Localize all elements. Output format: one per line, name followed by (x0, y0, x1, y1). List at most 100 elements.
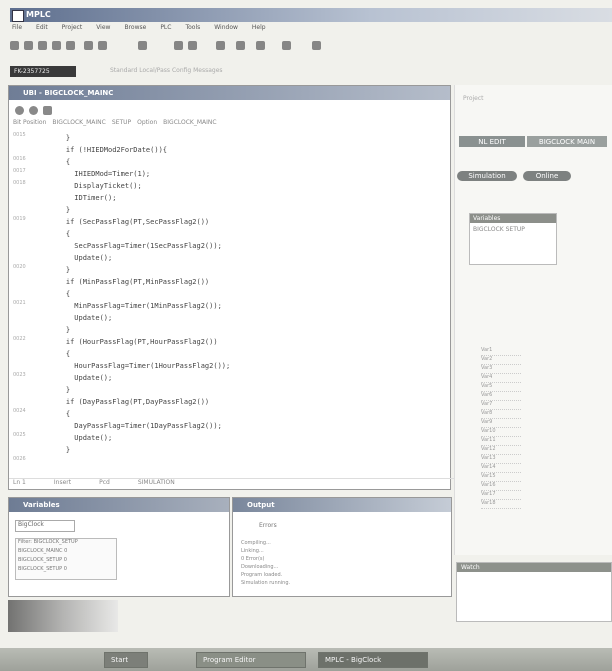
list-item[interactable]: BIGCLOCK_SETUP 0 (16, 566, 116, 575)
list-item[interactable]: Var18 (481, 500, 521, 509)
variables-box-line: BIGCLOCK SETUP (473, 226, 525, 233)
editor-status-bar: Ln 1 Insert Pcd SIMULATION (9, 478, 454, 489)
code-line[interactable]: HourPassFlag=Timer(1HourPassFlag2()); (49, 360, 444, 372)
menu-item[interactable]: Window (214, 24, 238, 34)
list-item[interactable]: Var14 (481, 464, 521, 473)
code-line[interactable]: DayPassFlag=Timer(1DayPassFlag2()); (49, 420, 444, 432)
copy-icon[interactable] (84, 41, 93, 50)
list-item[interactable]: BIGCLOCK_SETUP 0 (16, 557, 116, 566)
menu-item[interactable]: Help (252, 24, 266, 34)
code-line[interactable]: SecPassFlag=Timer(1SecPassFlag2()); (49, 240, 444, 252)
code-line[interactable]: if (HourPassFlag(PT,HourPassFlag2()) (49, 336, 444, 348)
editor-tab[interactable]: Bit Position (13, 119, 46, 129)
output-panel-title-bar: Output (233, 498, 451, 512)
line-marker: 0015 (13, 132, 26, 138)
list-item[interactable]: Var7 (481, 401, 521, 410)
code-line[interactable]: { (49, 288, 444, 300)
editor-title: UBI - BIGCLOCK_MAINC (23, 89, 114, 97)
code-line[interactable]: } (49, 204, 444, 216)
list-item[interactable]: Var12 (481, 446, 521, 455)
menu-item[interactable]: Browse (124, 24, 146, 34)
save-icon[interactable] (38, 41, 47, 50)
refresh-icon[interactable] (15, 106, 24, 115)
menu-item[interactable]: View (96, 24, 110, 34)
code-line[interactable]: Update(); (49, 252, 444, 264)
menu-item[interactable]: Tools (185, 24, 200, 34)
list-item[interactable]: Var6 (481, 392, 521, 401)
code-line[interactable]: if (!HIEDMod2ForDate()){ (49, 144, 444, 156)
code-line[interactable]: if (DayPassFlag(PT,DayPassFlag2()) (49, 396, 444, 408)
list-item[interactable]: Var5 (481, 383, 521, 392)
editor-tab[interactable]: Option (137, 119, 157, 129)
cut-icon[interactable] (66, 41, 75, 50)
list-item[interactable]: Var17 (481, 491, 521, 500)
taskbar-item-program-editor[interactable]: Program Editor (196, 652, 306, 668)
editor-tab[interactable]: BIGCLOCK_MAINC (52, 119, 105, 129)
compile-icon[interactable] (138, 41, 147, 50)
editor-tab[interactable]: SETUP (112, 119, 131, 129)
upload-icon[interactable] (188, 41, 197, 50)
code-line[interactable]: if (SecPassFlag(PT,SecPassFlag2()) (49, 216, 444, 228)
code-line[interactable]: { (49, 348, 444, 360)
list-item[interactable]: Var1 (481, 347, 521, 356)
code-line[interactable]: MinPassFlag=Timer(1MinPassFlag2()); (49, 300, 444, 312)
variables-field[interactable]: BigClock (15, 520, 75, 532)
variables-panel-title-bar: Variables (9, 498, 229, 512)
code-area[interactable]: } if (!HIEDMod2ForDate()){ { IHIEDMod=Ti… (49, 132, 444, 462)
code-line[interactable]: IHIEDMod=Timer(1); (49, 168, 444, 180)
list-item[interactable]: Var3 (481, 365, 521, 374)
code-line[interactable]: Update(); (49, 372, 444, 384)
list-item[interactable]: Var16 (481, 482, 521, 491)
lock-icon[interactable] (43, 106, 52, 115)
menu-item[interactable]: PLC (160, 24, 171, 34)
code-line[interactable]: } (49, 264, 444, 276)
code-line[interactable]: { (49, 228, 444, 240)
taskbar-item-mplc[interactable]: MPLC - BigClock (318, 652, 428, 668)
code-line[interactable]: { (49, 408, 444, 420)
paste-icon[interactable] (98, 41, 107, 50)
editor-window: UBI - BIGCLOCK_MAINC Bit Position BIGCLOC… (8, 85, 454, 490)
code-line[interactable]: if (MinPassFlag(PT,MinPassFlag2()) (49, 276, 444, 288)
nl-edit-button[interactable]: NL EDIT (459, 136, 525, 147)
bigclock-main-button[interactable]: BIGCLOCK MAIN (527, 136, 607, 147)
print-icon[interactable] (52, 41, 61, 50)
search-icon[interactable] (29, 106, 38, 115)
code-line[interactable]: Update(); (49, 312, 444, 324)
code-line[interactable]: DisplayTicket(); (49, 180, 444, 192)
editor-tab[interactable]: BIGCLOCK_MAINC (163, 119, 216, 129)
code-line[interactable]: } (49, 132, 444, 144)
code-line[interactable]: IDTimer(); (49, 192, 444, 204)
start-button[interactable]: Start (104, 652, 148, 668)
new-icon[interactable] (10, 41, 19, 50)
list-item[interactable]: Var8 (481, 410, 521, 419)
menu-item[interactable]: Project (62, 24, 83, 34)
list-item[interactable]: Var2 (481, 356, 521, 365)
monitor-icon[interactable] (216, 41, 225, 50)
list-item[interactable]: Var13 (481, 455, 521, 464)
code-line[interactable]: Update(); (49, 432, 444, 444)
list-item[interactable]: BIGCLOCK_MAINC 0 (16, 548, 116, 557)
tab-online[interactable]: Online (523, 171, 571, 181)
list-item[interactable]: Var9 (481, 419, 521, 428)
toolbar-row2-label[interactable]: Standard Local/Pass Config Messages (110, 67, 223, 74)
settings-icon[interactable] (312, 41, 321, 50)
stop-icon[interactable] (282, 41, 291, 50)
code-line[interactable]: { (49, 156, 444, 168)
list-item[interactable]: Filter: BIGCLOCK_SETUP (16, 539, 116, 548)
menu-item[interactable]: Edit (36, 24, 48, 34)
output-tab[interactable]: Errors (259, 522, 277, 529)
open-icon[interactable] (24, 41, 33, 50)
status-item: Insert (53, 479, 72, 486)
list-item[interactable]: Var15 (481, 473, 521, 482)
code-line[interactable]: } (49, 384, 444, 396)
run-icon[interactable] (256, 41, 265, 50)
list-item[interactable]: Var4 (481, 374, 521, 383)
list-item[interactable]: Var10 (481, 428, 521, 437)
list-item[interactable]: Var11 (481, 437, 521, 446)
zoom-icon[interactable] (236, 41, 245, 50)
menu-item[interactable]: File (12, 24, 22, 34)
code-line[interactable]: } (49, 444, 444, 456)
download-icon[interactable] (174, 41, 183, 50)
code-line[interactable]: } (49, 324, 444, 336)
tab-simulation[interactable]: Simulation (457, 171, 517, 181)
